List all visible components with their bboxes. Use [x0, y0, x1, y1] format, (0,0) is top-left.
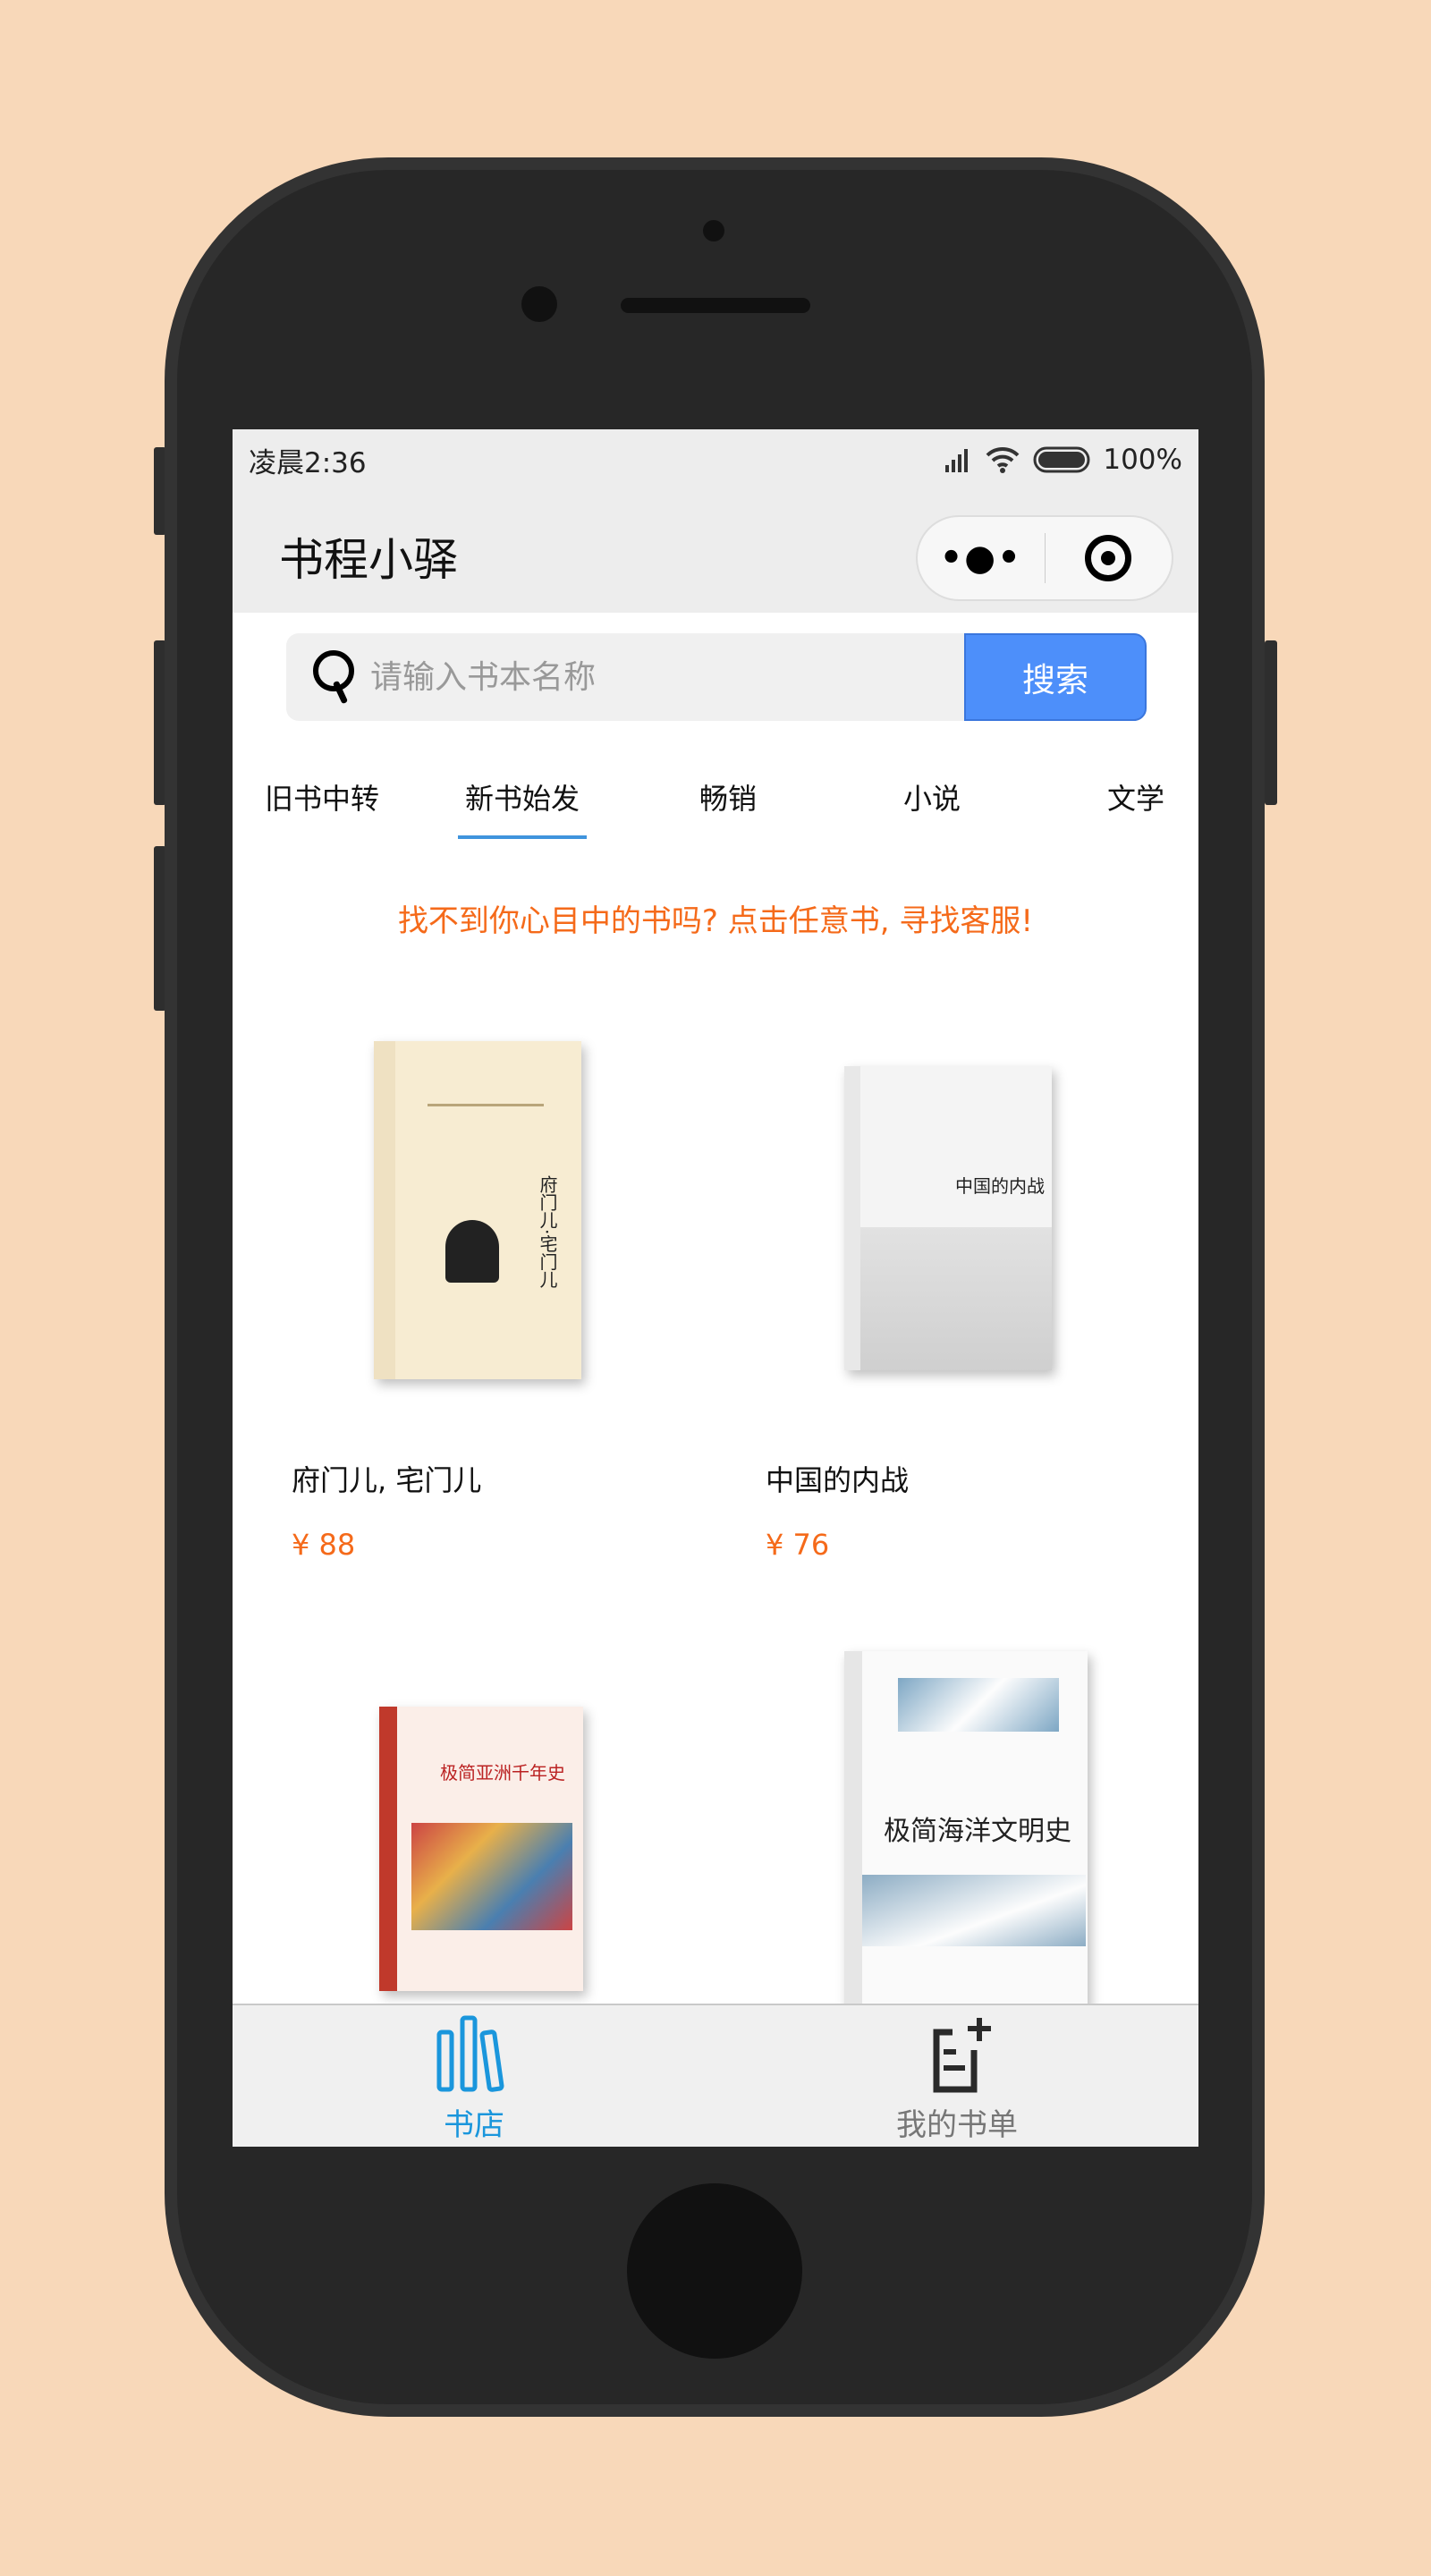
customer-service-notice[interactable]: 找不到你心目中的书吗? 点击任意书, 寻找客服! [233, 896, 1198, 940]
tab-old-books[interactable]: 旧书中转 [265, 776, 379, 818]
book-cover[interactable]: 极简海洋文明史 [844, 1651, 1088, 2009]
close-button[interactable] [1046, 517, 1173, 599]
book-title[interactable]: 府门儿, 宅门儿 [292, 1458, 481, 1499]
front-camera [521, 286, 557, 322]
tabbar-bookstore[interactable]: 书店 [295, 2005, 653, 2147]
bookshelf-icon [436, 2015, 504, 2092]
tabbar-label: 我的书单 [896, 2107, 1018, 2143]
battery-percent: 100% [1103, 444, 1182, 476]
nav-bar: 书程小驿 •●• [233, 490, 1198, 613]
earpiece-speaker [621, 298, 810, 313]
book-cover[interactable]: 中国的内战 [844, 1066, 1052, 1370]
book-price: ¥ 88 [292, 1528, 356, 1562]
target-icon [1085, 535, 1132, 581]
category-tabs: 旧书中转 新书始发 畅销 小说 文学 [233, 776, 1198, 848]
home-button[interactable] [627, 2183, 802, 2359]
app-title: 书程小驿 [279, 534, 458, 586]
proximity-sensor [703, 220, 724, 242]
mini-program-capsule: •●• [916, 515, 1173, 601]
search-button[interactable]: 搜索 [964, 633, 1147, 721]
cover-title: 极简亚洲千年史 [440, 1762, 565, 1784]
book-cover[interactable]: 府门儿·宅门儿 [374, 1041, 581, 1379]
search-icon [313, 650, 356, 704]
add-list-icon [933, 2018, 991, 2093]
cover-title: 极简海洋文明史 [884, 1816, 1071, 1847]
power-button [1265, 640, 1277, 805]
book-price: ¥ 76 [766, 1528, 830, 1562]
status-bar: 凌晨2:36 100% [233, 429, 1198, 490]
battery-icon [1033, 446, 1090, 473]
book-cover[interactable]: 极简亚洲千年史 [379, 1707, 583, 1991]
tab-bestseller[interactable]: 畅销 [699, 776, 757, 818]
book-title[interactable]: 中国的内战 [766, 1458, 909, 1499]
wifi-icon [986, 446, 1020, 473]
app-screen: 凌晨2:36 100% 书程小驿 •●• 搜索 旧书中转 新书始发 畅销 小说 … [233, 429, 1198, 2147]
signal-icon [945, 449, 969, 472]
status-time: 凌晨2:36 [249, 446, 367, 479]
tabbar-label: 书店 [444, 2107, 504, 2143]
tab-new-books[interactable]: 新书始发 [457, 776, 588, 839]
more-dots-icon: •●• [939, 538, 1022, 579]
more-button[interactable]: •●• [918, 517, 1045, 599]
tab-literature[interactable]: 文学 [1107, 776, 1164, 818]
tabbar-my-booklist[interactable]: 我的书单 [778, 2005, 1136, 2147]
cover-title: 府门儿·宅门儿 [537, 1175, 558, 1289]
bottom-tab-bar: 书店 我的书单 [233, 2004, 1198, 2147]
search-bar: 搜索 [286, 633, 1147, 721]
cover-title: 中国的内战 [955, 1175, 1045, 1197]
tab-novel[interactable]: 小说 [903, 776, 961, 818]
search-input[interactable] [370, 658, 964, 696]
